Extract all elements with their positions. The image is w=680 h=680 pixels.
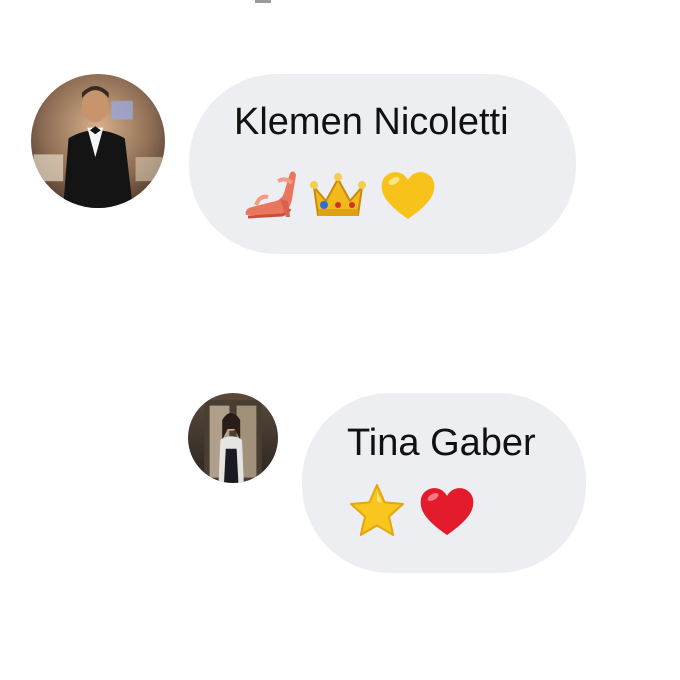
message-bubble-klemen[interactable]: Klemen Nicoletti (189, 74, 576, 254)
sender-name: Tina Gaber (347, 422, 536, 464)
scroll-indicator (255, 0, 271, 3)
red-heart-icon (417, 481, 477, 541)
avatar-photo-icon (188, 393, 278, 483)
yellow-heart-icon (378, 165, 438, 225)
avatar-tina[interactable] (188, 393, 278, 483)
emoji-row (238, 165, 438, 225)
avatar-photo-icon (31, 74, 165, 208)
avatar-klemen[interactable] (31, 74, 165, 208)
crown-icon (308, 165, 368, 225)
star-icon (347, 481, 407, 541)
emoji-row (347, 481, 477, 541)
chat-canvas: Klemen Nicoletti Tina Gaber (0, 0, 680, 680)
sandal-icon (238, 165, 298, 225)
message-bubble-tina[interactable]: Tina Gaber (302, 393, 586, 573)
sender-name: Klemen Nicoletti (234, 101, 509, 143)
